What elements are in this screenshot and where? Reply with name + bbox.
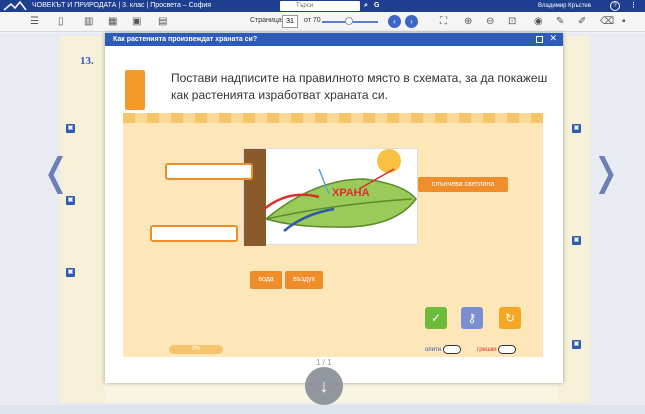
grid-layout-icon[interactable]: ▦ (108, 15, 117, 29)
search-input[interactable]: Търси (280, 1, 360, 11)
book-page-number: 13. (80, 55, 94, 67)
eraser-icon[interactable]: ⌫ (600, 15, 614, 29)
leaf-illustration: ХРАНА (244, 149, 417, 246)
book-marker-icon[interactable]: ▣ (66, 124, 75, 133)
highlighter-icon[interactable]: ✐ (578, 15, 586, 29)
book-marker-icon[interactable]: ▣ (572, 236, 581, 245)
errors-switch[interactable] (498, 345, 517, 354)
page-label: Страница (250, 17, 282, 24)
attempts-toggle[interactable]: опити (425, 345, 461, 355)
next-page-arrow-icon[interactable]: ❭ (590, 150, 622, 194)
page-slider-knob[interactable] (345, 17, 353, 25)
attempts-label: опити (425, 347, 442, 354)
search-icon[interactable]: ⌕ (364, 0, 368, 12)
app-title: ЧОВЕКЪТ И ПРИРОДАТА | 3. клас | Просвета… (32, 2, 212, 9)
maximize-icon[interactable] (536, 36, 543, 43)
book-marker-icon[interactable]: ▣ (572, 340, 581, 349)
pen-icon[interactable]: ✎ (556, 15, 564, 29)
toolbar: ☰ ▯ ▥ ▦ ▣ ▤ Страница 31 от 70 ‹ › ⛶ ⊕ ⊖ … (0, 12, 645, 32)
user-name[interactable]: Владимир Кръстев (538, 0, 591, 12)
errors-label: грешки (477, 347, 497, 354)
zoom-in-icon[interactable]: ⊕ (464, 15, 472, 29)
dialog-title: Как растенията произвеждат храната си? (105, 33, 563, 46)
thumbnail-icon[interactable]: ▤ (158, 15, 167, 29)
check-button[interactable]: ✓ (425, 307, 447, 329)
app-logo (3, 1, 27, 11)
leaf-word: ХРАНА (332, 187, 370, 199)
fit-icon[interactable]: ⊡ (508, 15, 516, 29)
single-page-icon[interactable]: ▯ (58, 15, 64, 29)
page-total: от 70 (304, 17, 321, 24)
book-marker-icon[interactable]: ▣ (66, 268, 75, 277)
double-page-icon[interactable]: ▥ (84, 15, 93, 29)
instruction-text: Постави надписите на правилното място в … (171, 71, 548, 102)
eye-icon[interactable]: ◉ (534, 15, 543, 29)
zoom-out-icon[interactable]: ⊖ (486, 15, 494, 29)
book-left-margin (60, 36, 105, 403)
publisher-logo (125, 70, 145, 110)
google-icon[interactable]: G (374, 0, 379, 12)
progress-bar: 0% (169, 345, 223, 354)
chip-water[interactable]: вода (250, 271, 282, 289)
help-icon[interactable]: ? (610, 1, 620, 11)
retry-button[interactable]: ↻ (499, 307, 521, 329)
chip-air[interactable]: въздух (285, 271, 323, 289)
exercise-pager: 1 / 1 (316, 358, 332, 367)
next-page-icon[interactable]: › (405, 15, 418, 28)
panel-decoration (123, 113, 543, 123)
book-marker-icon[interactable]: ▣ (66, 196, 75, 205)
more-icon[interactable]: ⋮ (630, 0, 637, 12)
prev-page-arrow-icon[interactable]: ❬ (40, 150, 72, 194)
prev-page-icon[interactable]: ‹ (388, 15, 401, 28)
image-icon[interactable]: ▣ (132, 15, 141, 29)
save-icon[interactable]: ▪ (622, 15, 626, 29)
bottom-bar (0, 405, 645, 414)
key-button[interactable]: ⚷ (461, 307, 483, 329)
sun-label[interactable]: слънчева светлина (418, 177, 508, 192)
scroll-down-icon[interactable]: ↓ (305, 367, 343, 405)
drop-target-1[interactable] (165, 163, 253, 180)
attempts-switch[interactable] (442, 345, 461, 354)
fullscreen-icon[interactable]: ⛶ (440, 15, 447, 29)
close-icon[interactable]: ✕ (549, 33, 557, 44)
errors-toggle[interactable]: грешки (477, 345, 517, 355)
drop-target-2[interactable] (150, 225, 238, 242)
menu-icon[interactable]: ☰ (30, 15, 39, 29)
exercise-dialog: Как растенията произвеждат храната си? ✕… (105, 33, 563, 383)
title-bar: ЧОВЕКЪТ И ПРИРОДАТА | 3. клас | Просвета… (0, 0, 645, 12)
page-input[interactable]: 31 (282, 15, 298, 28)
leaf-diagram: ХРАНА (243, 148, 418, 246)
book-marker-icon[interactable]: ▣ (572, 124, 581, 133)
